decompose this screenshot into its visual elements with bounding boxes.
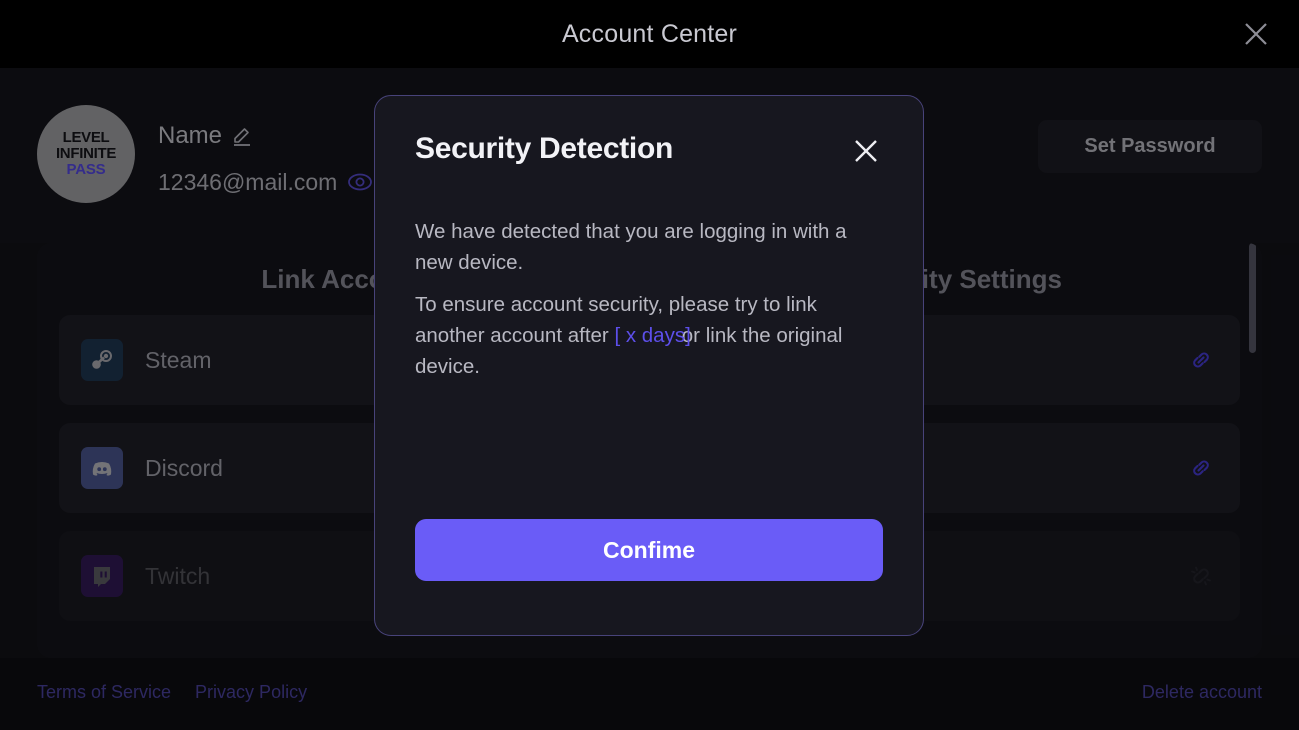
dialog-days-placeholder[interactable]: [ x days] (614, 324, 690, 347)
dialog-title: Security Detection (415, 132, 674, 165)
close-icon (855, 140, 877, 162)
dialog-header: Security Detection (415, 132, 883, 176)
close-icon (1245, 23, 1267, 45)
window-close-button[interactable] (1239, 17, 1273, 51)
window-titlebar: Account Center (0, 0, 1299, 68)
dialog-body: We have detected that you are logging in… (415, 216, 883, 382)
page-title: Account Center (561, 19, 738, 48)
dialog-close-button[interactable] (849, 134, 883, 168)
dialog-paragraph-2: To ensure account security, please try t… (415, 289, 883, 382)
confirm-button[interactable]: Confime (415, 519, 883, 581)
dialog-paragraph-1: We have detected that you are logging in… (415, 220, 847, 274)
security-detection-dialog: Security Detection We have detected that… (374, 95, 924, 636)
account-center-window: Account Center LEVEL INFINITE PASS Name (0, 0, 1299, 730)
